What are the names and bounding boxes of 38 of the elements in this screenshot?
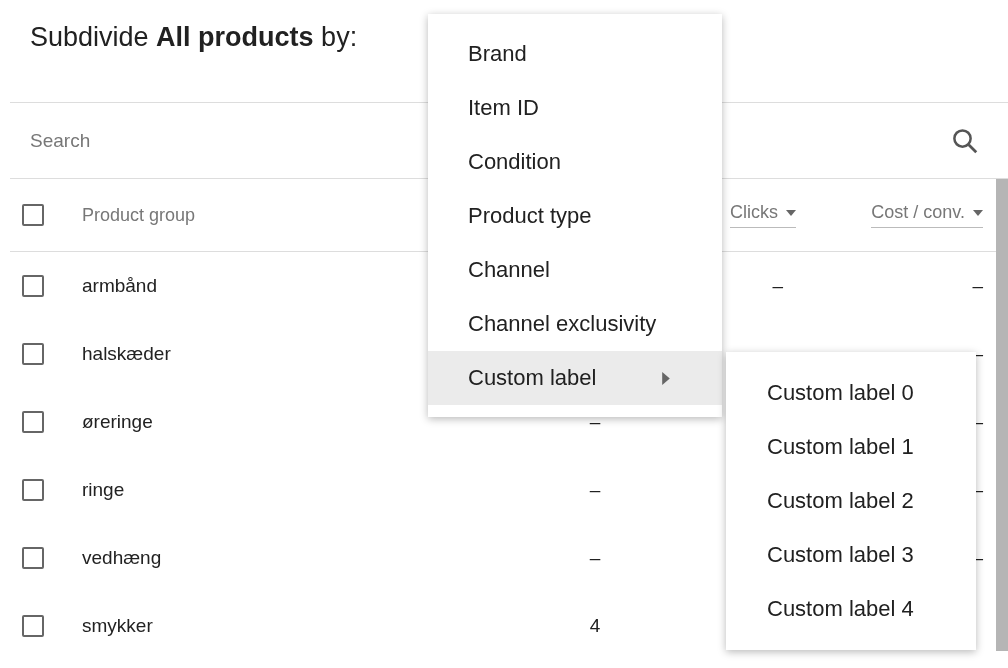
- table-cell: –: [589, 547, 601, 568]
- checkbox[interactable]: [22, 204, 44, 226]
- checkbox[interactable]: [22, 343, 44, 365]
- menu-item[interactable]: Custom label 2: [726, 474, 976, 528]
- table-cell: –: [589, 411, 601, 432]
- caret-icon: [786, 209, 796, 216]
- table-cell-text: ringe: [82, 479, 126, 501]
- table-cell: –: [972, 275, 983, 296]
- table-cell: –: [589, 479, 601, 500]
- menu-item[interactable]: Condition: [428, 135, 722, 189]
- checkbox[interactable]: [22, 411, 44, 433]
- menu-item[interactable]: Brand: [428, 27, 722, 81]
- menu-item[interactable]: Custom label: [428, 351, 722, 405]
- table-cell-text: halskæder: [82, 343, 172, 365]
- caret-icon: [973, 209, 983, 216]
- heading: Subdivide All products by:: [30, 21, 358, 54]
- table-cell: 4: [589, 615, 601, 636]
- column-header[interactable]: Cost / conv.: [871, 202, 983, 228]
- table-cell-text: smykker: [82, 615, 154, 637]
- menu-item[interactable]: Item ID: [428, 81, 722, 135]
- menu-item[interactable]: Custom label 0: [726, 366, 976, 420]
- menu-item[interactable]: Channel exclusivity: [428, 297, 722, 351]
- submenu-arrow-icon: [662, 371, 670, 385]
- table-cell-text: vedhæng: [82, 547, 163, 569]
- menu-item[interactable]: Custom label 4: [726, 582, 976, 636]
- menu-item[interactable]: Product type: [428, 189, 722, 243]
- checkbox[interactable]: [22, 275, 44, 297]
- menu-item[interactable]: Custom label 1: [726, 420, 976, 474]
- menu-item[interactable]: Channel: [428, 243, 722, 297]
- menu-item[interactable]: Custom label 3: [726, 528, 976, 582]
- checkbox[interactable]: [22, 615, 44, 637]
- table-cell-text: øreringe: [82, 411, 154, 433]
- checkbox[interactable]: [22, 479, 44, 501]
- scrollbar[interactable]: [996, 179, 1008, 651]
- table-cell: –: [772, 275, 783, 296]
- table-cell-text: armbånd: [82, 275, 158, 297]
- checkbox[interactable]: [22, 547, 44, 569]
- column-header[interactable]: Clicks: [730, 202, 796, 228]
